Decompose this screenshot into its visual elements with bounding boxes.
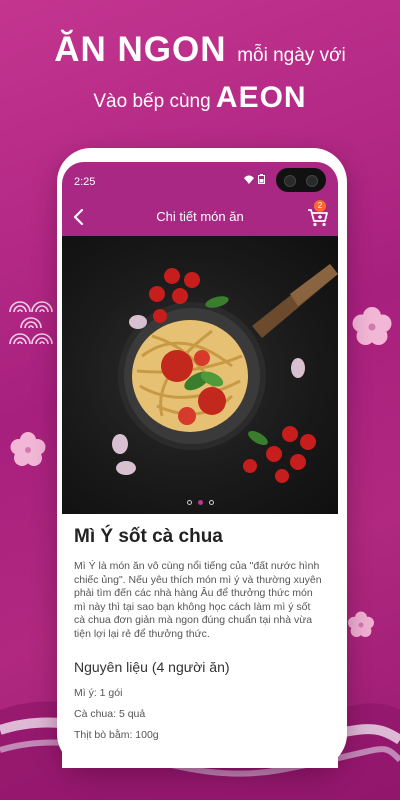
recipe-title: Mì Ý sốt cà chua	[74, 526, 223, 547]
recipe-description: Mì Ý là món ăn vô cùng nổi tiếng của "đấ…	[74, 560, 322, 640]
blossom-right-icon	[352, 307, 392, 345]
app-bar: Chi tiết món ăn 2	[62, 198, 338, 236]
ingredient-item: Mì ý: 1 gói	[74, 687, 123, 699]
battery-icon	[258, 174, 265, 184]
promo-line1-big: ĂN NGON	[54, 30, 227, 69]
recipe-image-carousel[interactable]	[62, 236, 338, 514]
ingredients-heading: Nguyên liệu (4 người ăn)	[74, 659, 230, 675]
promo-line-2: Vào bếp cùng AEON	[0, 82, 400, 118]
status-time: 2:25	[74, 176, 96, 188]
promo-headline: ĂN NGON mỗi ngày với Vào bếp cùng AEON	[0, 28, 400, 118]
wave-pattern-icon	[9, 301, 53, 345]
carousel-dot-active[interactable]	[197, 500, 203, 505]
phone-screen: 2:25 Chi tiết món ăn 2 Mì Ý sốt cà chua …	[62, 162, 338, 768]
promo-line-1: ĂN NGON mỗi ngày với	[0, 28, 400, 78]
blossom-left-icon	[10, 432, 46, 466]
cart-badge: 2	[314, 200, 326, 212]
recipe-content: Mì Ý sốt cà chua Mì Ý là món ăn vô cùng …	[62, 514, 338, 741]
carousel-indicator	[62, 500, 338, 505]
promo-line1-small: mỗi ngày với	[237, 45, 346, 66]
carousel-dot[interactable]	[208, 500, 214, 505]
status-bar: 2:25	[62, 162, 338, 198]
page-title: Chi tiết món ăn	[156, 209, 244, 224]
pasta-dish-image	[112, 264, 338, 483]
promo-brand: AEON	[215, 81, 307, 114]
promo-line2-small: Vào bếp cùng	[93, 91, 211, 112]
system-icons	[244, 174, 265, 184]
wifi-icon	[244, 175, 254, 184]
carousel-dot[interactable]	[186, 500, 192, 505]
ingredient-item: Cà chua: 5 quả	[74, 708, 146, 720]
ingredient-item: Thịt bò bằm: 100g	[74, 729, 159, 741]
camera-cutout	[276, 168, 326, 192]
